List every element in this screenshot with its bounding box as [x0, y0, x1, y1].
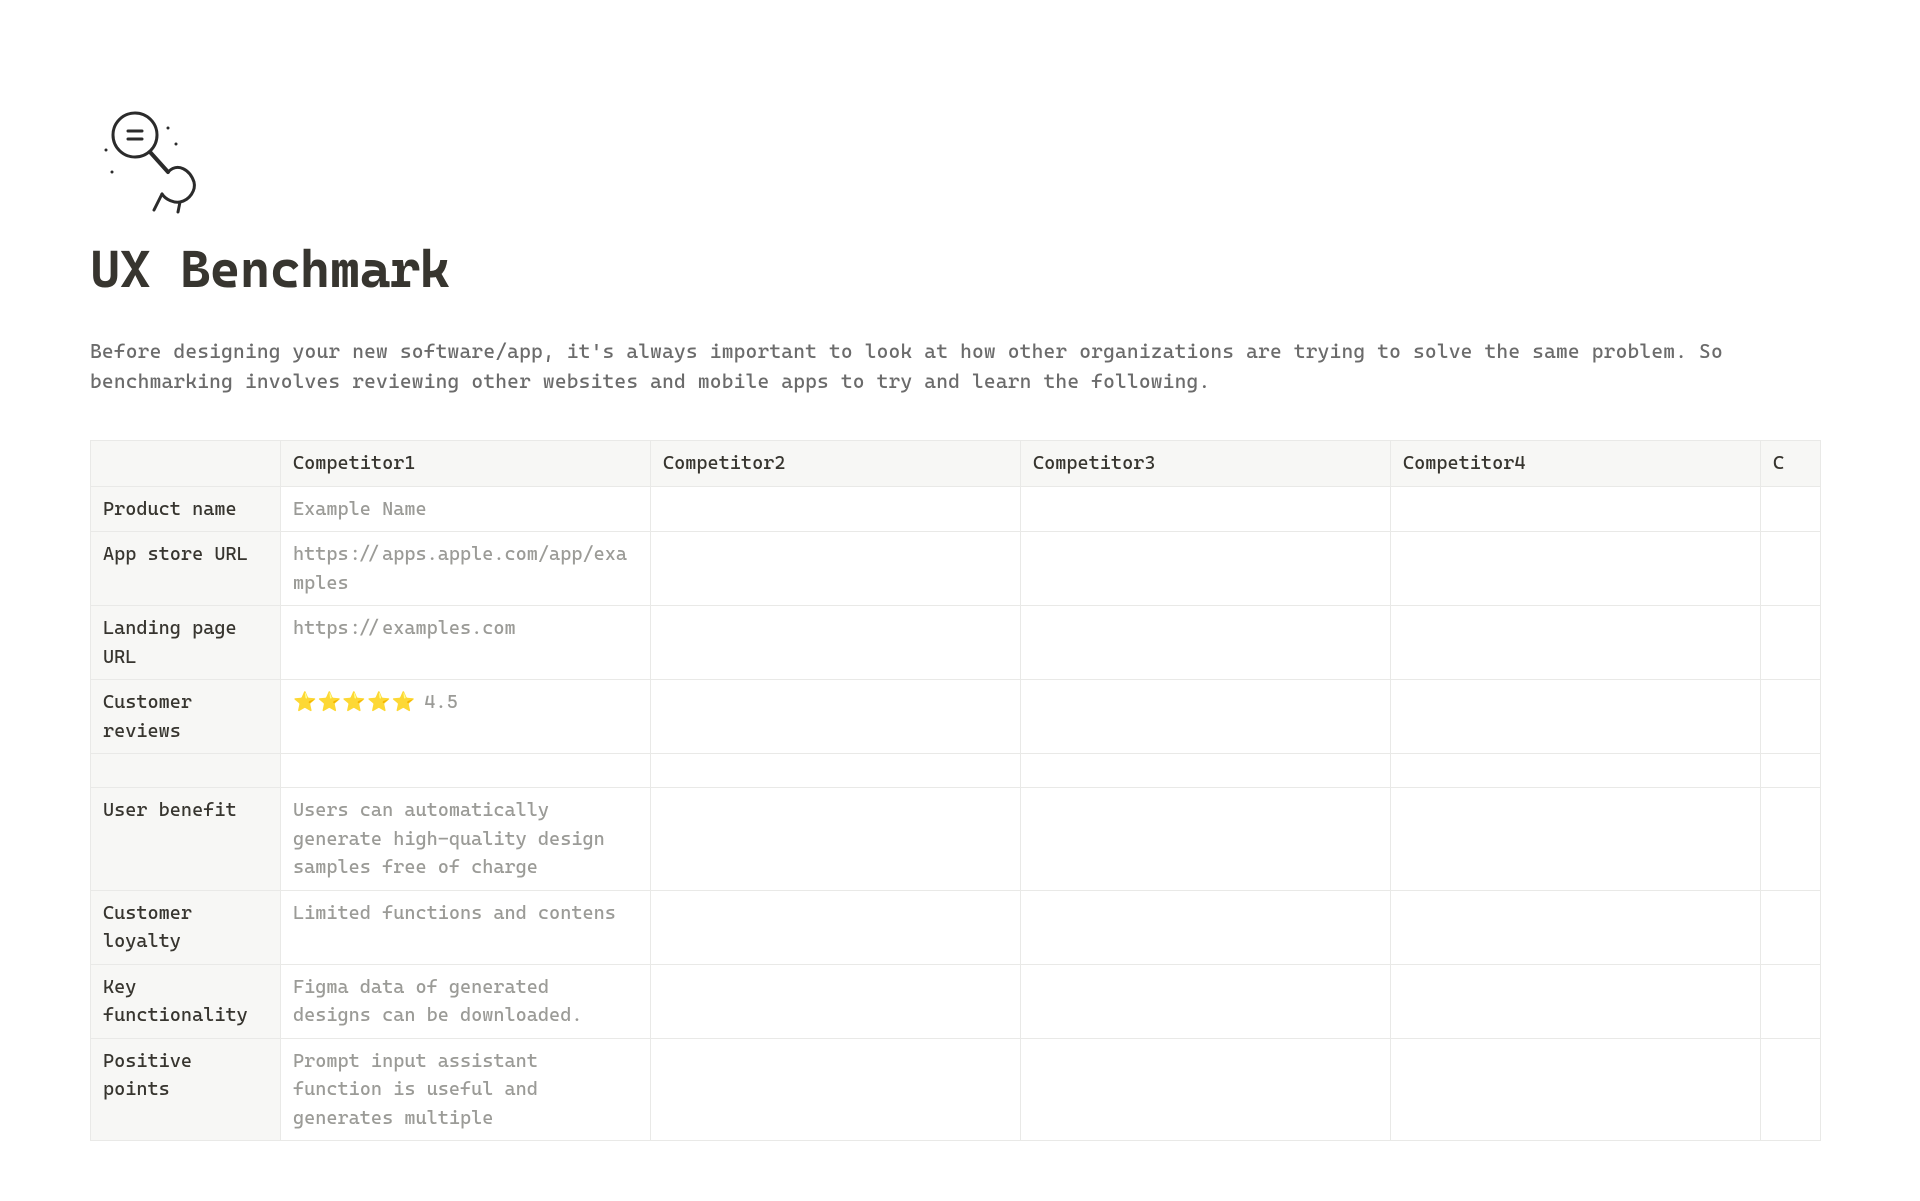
row-label[interactable]: Customer reviews — [91, 680, 281, 754]
table-cell[interactable] — [1391, 754, 1761, 788]
table-row: Landing page URL https://examples.com — [91, 606, 1821, 680]
table-cell[interactable] — [1391, 1038, 1761, 1141]
table-cell[interactable] — [651, 754, 1021, 788]
table-cell[interactable] — [651, 486, 1021, 532]
table-cell[interactable]: Prompt input assistant function is usefu… — [281, 1038, 651, 1141]
table-cell[interactable] — [1391, 680, 1761, 754]
table-row: Product name Example Name — [91, 486, 1821, 532]
row-label[interactable]: Positive points — [91, 1038, 281, 1141]
table-cell[interactable] — [1761, 890, 1821, 964]
col-header-competitor2[interactable]: Competitor2 — [651, 441, 1021, 487]
row-label[interactable]: Customer loyalty — [91, 890, 281, 964]
table-cell[interactable] — [1021, 754, 1391, 788]
table-cell[interactable]: Users can automatically generate high-qu… — [281, 788, 651, 891]
row-label[interactable]: Product name — [91, 486, 281, 532]
table-cell[interactable] — [651, 606, 1021, 680]
row-label[interactable]: App store URL — [91, 532, 281, 606]
table-cell[interactable] — [1761, 606, 1821, 680]
table-cell[interactable] — [651, 1038, 1021, 1141]
table-corner-cell — [91, 441, 281, 487]
table-row — [91, 754, 1821, 788]
table-cell[interactable] — [651, 890, 1021, 964]
page-title: UX Benchmark — [90, 240, 1830, 300]
col-header-competitor1[interactable]: Competitor1 — [281, 441, 651, 487]
star-icons: ⭐⭐⭐⭐⭐ — [293, 691, 416, 713]
table-cell[interactable] — [1761, 680, 1821, 754]
table-cell[interactable] — [1761, 532, 1821, 606]
table-row: App store URL https://apps.apple.com/app… — [91, 532, 1821, 606]
table-cell[interactable] — [1761, 1038, 1821, 1141]
table-row: Key functionality Figma data of generate… — [91, 964, 1821, 1038]
magnifying-glass-icon — [90, 100, 210, 220]
col-header-competitor4[interactable]: Competitor4 — [1391, 441, 1761, 487]
table-cell[interactable] — [1391, 486, 1761, 532]
table-cell[interactable] — [1021, 788, 1391, 891]
rating-value: 4.5 — [424, 691, 457, 713]
table-cell[interactable]: ⭐⭐⭐⭐⭐ 4.5 — [281, 680, 651, 754]
table-cell[interactable] — [651, 788, 1021, 891]
table-cell[interactable] — [651, 532, 1021, 606]
table-cell[interactable] — [1021, 890, 1391, 964]
benchmark-table: Competitor1 Competitor2 Competitor3 Comp… — [90, 440, 1821, 1141]
table-cell[interactable] — [1021, 1038, 1391, 1141]
table-cell[interactable] — [1761, 754, 1821, 788]
table-cell[interactable] — [651, 680, 1021, 754]
col-header-competitor3[interactable]: Competitor3 — [1021, 441, 1391, 487]
table-cell[interactable]: Example Name — [281, 486, 651, 532]
table-cell[interactable] — [1391, 606, 1761, 680]
row-label[interactable] — [91, 754, 281, 788]
row-label[interactable]: User benefit — [91, 788, 281, 891]
table-row: Customer loyalty Limited functions and c… — [91, 890, 1821, 964]
col-header-competitor5-partial[interactable]: C — [1761, 441, 1821, 487]
table-cell[interactable] — [1021, 964, 1391, 1038]
table-cell[interactable] — [1021, 532, 1391, 606]
table-cell[interactable] — [1021, 680, 1391, 754]
table-header-row: Competitor1 Competitor2 Competitor3 Comp… — [91, 441, 1821, 487]
table-scroll[interactable]: Competitor1 Competitor2 Competitor3 Comp… — [90, 440, 1830, 1161]
row-label[interactable]: Key functionality — [91, 964, 281, 1038]
row-label[interactable]: Landing page URL — [91, 606, 281, 680]
table-cell[interactable] — [1391, 890, 1761, 964]
table-row: Customer reviews ⭐⭐⭐⭐⭐ 4.5 — [91, 680, 1821, 754]
table-cell[interactable] — [1761, 788, 1821, 891]
table-cell[interactable]: https://apps.apple.com/app/examples — [281, 532, 651, 606]
table-cell[interactable] — [1391, 788, 1761, 891]
table-cell[interactable]: Figma data of generated designs can be d… — [281, 964, 651, 1038]
page-intro: Before designing your new software/app, … — [90, 336, 1790, 396]
table-cell[interactable] — [1021, 606, 1391, 680]
table-cell[interactable] — [281, 754, 651, 788]
table-cell[interactable]: https://examples.com — [281, 606, 651, 680]
table-cell[interactable] — [1761, 486, 1821, 532]
table-cell[interactable] — [651, 964, 1021, 1038]
table-row: User benefit Users can automatically gen… — [91, 788, 1821, 891]
table-cell[interactable] — [1391, 964, 1761, 1038]
table-cell[interactable] — [1391, 532, 1761, 606]
table-cell[interactable]: Limited functions and contens — [281, 890, 651, 964]
table-cell[interactable] — [1761, 964, 1821, 1038]
page-container: UX Benchmark Before designing your new s… — [0, 0, 1920, 1201]
table-cell[interactable] — [1021, 486, 1391, 532]
table-row: Positive points Prompt input assistant f… — [91, 1038, 1821, 1141]
